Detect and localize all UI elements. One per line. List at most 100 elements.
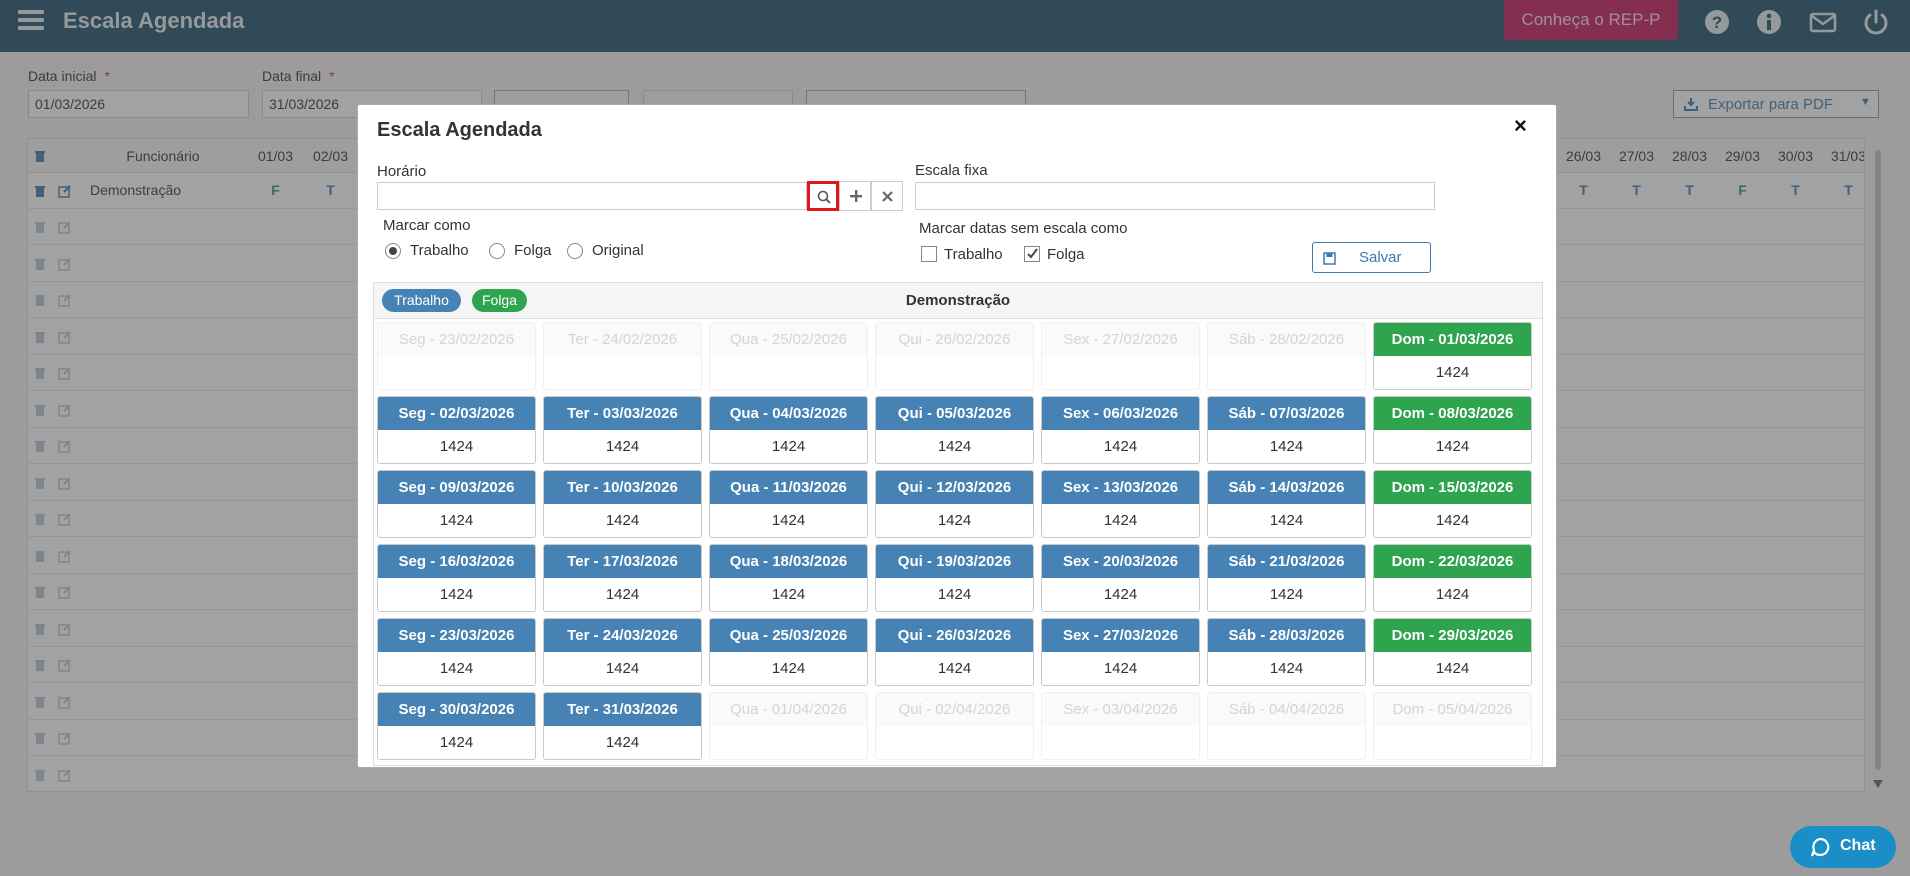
horario-input[interactable] bbox=[377, 182, 807, 210]
calendar-day-schedule bbox=[876, 726, 1033, 759]
calendar-day[interactable]: Sex - 06/03/2026 1424 bbox=[1041, 396, 1200, 464]
calendar-day-schedule bbox=[1374, 726, 1531, 759]
calendar-day[interactable]: Ter - 03/03/2026 1424 bbox=[543, 396, 702, 464]
calendar-day-label: Ter - 31/03/2026 bbox=[544, 693, 701, 726]
escala-fixa-label: Escala fixa bbox=[915, 162, 988, 179]
check-icon bbox=[1027, 248, 1038, 259]
calendar-day-label: Seg - 30/03/2026 bbox=[378, 693, 535, 726]
calendar-day-label: Qui - 12/03/2026 bbox=[876, 471, 1033, 504]
checkbox-folga[interactable] bbox=[1024, 246, 1040, 262]
calendar-day-schedule: 1424 bbox=[605, 438, 640, 455]
calendar-header: Demonstração Trabalho Folga bbox=[374, 283, 1542, 319]
calendar-day-label: Seg - 09/03/2026 bbox=[378, 471, 535, 504]
calendar-day[interactable]: Sáb - 21/03/2026 1424 bbox=[1207, 544, 1366, 612]
calendar-day[interactable]: Qui - 26/03/2026 1424 bbox=[875, 618, 1034, 686]
calendar-day[interactable]: Qui - 05/03/2026 1424 bbox=[875, 396, 1034, 464]
calendar-day: Qui - 02/04/2026 bbox=[875, 692, 1034, 760]
calendar-day: Qui - 26/02/2026 bbox=[875, 322, 1034, 390]
calendar-day[interactable]: Sáb - 14/03/2026 1424 bbox=[1207, 470, 1366, 538]
calendar-day-schedule bbox=[1042, 356, 1199, 389]
radio-trabalho[interactable] bbox=[385, 243, 401, 259]
escala-fixa-select[interactable] bbox=[915, 182, 1435, 210]
checkbox-trabalho[interactable] bbox=[921, 246, 937, 262]
calendar-day[interactable]: Ter - 17/03/2026 1424 bbox=[543, 544, 702, 612]
close-icon[interactable]: × bbox=[1514, 113, 1527, 139]
calendar-day-label: Qua - 04/03/2026 bbox=[710, 397, 867, 430]
search-button[interactable] bbox=[807, 181, 839, 211]
calendar-day[interactable]: Seg - 30/03/2026 1424 bbox=[377, 692, 536, 760]
calendar-day-label: Seg - 23/03/2026 bbox=[378, 619, 535, 652]
radio-folga[interactable] bbox=[489, 243, 505, 259]
calendar-day-label: Qua - 18/03/2026 bbox=[710, 545, 867, 578]
calendar-day[interactable]: Sex - 27/03/2026 1424 bbox=[1041, 618, 1200, 686]
radio-original[interactable] bbox=[567, 243, 583, 259]
marcar-como-label: Marcar como bbox=[383, 217, 471, 234]
calendar-day-label: Dom - 15/03/2026 bbox=[1374, 471, 1531, 504]
calendar-day-label: Qua - 25/03/2026 bbox=[710, 619, 867, 652]
calendar-day-schedule bbox=[876, 356, 1033, 389]
calendar-day-schedule bbox=[544, 356, 701, 389]
calendar-day-schedule: 1424 bbox=[937, 586, 972, 603]
calendar-day-schedule: 1424 bbox=[1103, 438, 1138, 455]
calendar-day-label: Sáb - 28/02/2026 bbox=[1208, 323, 1365, 356]
calendar-day-label: Ter - 10/03/2026 bbox=[544, 471, 701, 504]
calendar-day-schedule: 1424 bbox=[1435, 660, 1470, 677]
calendar-day[interactable]: Sáb - 07/03/2026 1424 bbox=[1207, 396, 1366, 464]
calendar-day-label: Ter - 17/03/2026 bbox=[544, 545, 701, 578]
legend-work-badge: Trabalho bbox=[382, 289, 461, 312]
calendar-day[interactable]: Dom - 01/03/2026 1424 bbox=[1373, 322, 1532, 390]
calendar-day[interactable]: Qua - 11/03/2026 1424 bbox=[709, 470, 868, 538]
calendar-day[interactable]: Qui - 19/03/2026 1424 bbox=[875, 544, 1034, 612]
calendar-day[interactable]: Sex - 20/03/2026 1424 bbox=[1041, 544, 1200, 612]
add-button[interactable] bbox=[839, 181, 871, 211]
calendar-day-schedule: 1424 bbox=[771, 438, 806, 455]
sem-escala-label: Marcar datas sem escala como bbox=[919, 220, 1128, 237]
calendar-day[interactable]: Qua - 18/03/2026 1424 bbox=[709, 544, 868, 612]
calendar-day[interactable]: Seg - 02/03/2026 1424 bbox=[377, 396, 536, 464]
calendar-day-label: Seg - 16/03/2026 bbox=[378, 545, 535, 578]
calendar-day-schedule bbox=[1208, 726, 1365, 759]
calendar-day-schedule: 1424 bbox=[1103, 512, 1138, 529]
calendar-day: Sex - 27/02/2026 bbox=[1041, 322, 1200, 390]
calendar-day[interactable]: Qua - 04/03/2026 1424 bbox=[709, 396, 868, 464]
calendar-day[interactable]: Dom - 15/03/2026 1424 bbox=[1373, 470, 1532, 538]
calendar-day[interactable]: Seg - 16/03/2026 1424 bbox=[377, 544, 536, 612]
calendar-day-label: Qua - 11/03/2026 bbox=[710, 471, 867, 504]
plus-icon bbox=[850, 190, 862, 202]
calendar-day[interactable]: Ter - 31/03/2026 1424 bbox=[543, 692, 702, 760]
calendar-panel: Demonstração Trabalho Folga Seg - 23/02/… bbox=[373, 282, 1543, 766]
calendar-day-label: Dom - 05/04/2026 bbox=[1374, 693, 1531, 726]
calendar-day-label: Sex - 27/03/2026 bbox=[1042, 619, 1199, 652]
chat-button[interactable]: Chat bbox=[1790, 826, 1896, 868]
calendar-day-label: Sáb - 21/03/2026 bbox=[1208, 545, 1365, 578]
calendar-day[interactable]: Dom - 29/03/2026 1424 bbox=[1373, 618, 1532, 686]
calendar-day-label: Qui - 19/03/2026 bbox=[876, 545, 1033, 578]
calendar-day[interactable]: Sáb - 28/03/2026 1424 bbox=[1207, 618, 1366, 686]
calendar-day: Sáb - 04/04/2026 bbox=[1207, 692, 1366, 760]
calendar-day-schedule: 1424 bbox=[439, 586, 474, 603]
save-button[interactable]: Salvar bbox=[1312, 242, 1431, 273]
horario-label: Horário bbox=[377, 163, 427, 180]
calendar-day[interactable]: Sex - 13/03/2026 1424 bbox=[1041, 470, 1200, 538]
calendar-day-schedule bbox=[1208, 356, 1365, 389]
calendar-day-schedule: 1424 bbox=[439, 660, 474, 677]
calendar-day-label: Sex - 03/04/2026 bbox=[1042, 693, 1199, 726]
calendar-day[interactable]: Dom - 08/03/2026 1424 bbox=[1373, 396, 1532, 464]
calendar-day[interactable]: Dom - 22/03/2026 1424 bbox=[1373, 544, 1532, 612]
calendar-day-label: Seg - 02/03/2026 bbox=[378, 397, 535, 430]
calendar-day-label: Dom - 29/03/2026 bbox=[1374, 619, 1531, 652]
calendar-day[interactable]: Seg - 09/03/2026 1424 bbox=[377, 470, 536, 538]
clear-icon bbox=[882, 191, 893, 202]
clear-button[interactable] bbox=[871, 181, 903, 211]
calendar-day[interactable]: Seg - 23/03/2026 1424 bbox=[377, 618, 536, 686]
save-icon bbox=[1323, 252, 1336, 265]
calendar-day: Sex - 03/04/2026 bbox=[1041, 692, 1200, 760]
calendar-day[interactable]: Qua - 25/03/2026 1424 bbox=[709, 618, 868, 686]
calendar-day[interactable]: Ter - 24/03/2026 1424 bbox=[543, 618, 702, 686]
checkbox-trabalho-label: Trabalho bbox=[944, 246, 1003, 263]
calendar-day-label: Sex - 06/03/2026 bbox=[1042, 397, 1199, 430]
calendar-day-label: Dom - 01/03/2026 bbox=[1374, 323, 1531, 356]
calendar-day-label: Sáb - 28/03/2026 bbox=[1208, 619, 1365, 652]
calendar-day[interactable]: Qui - 12/03/2026 1424 bbox=[875, 470, 1034, 538]
calendar-day[interactable]: Ter - 10/03/2026 1424 bbox=[543, 470, 702, 538]
